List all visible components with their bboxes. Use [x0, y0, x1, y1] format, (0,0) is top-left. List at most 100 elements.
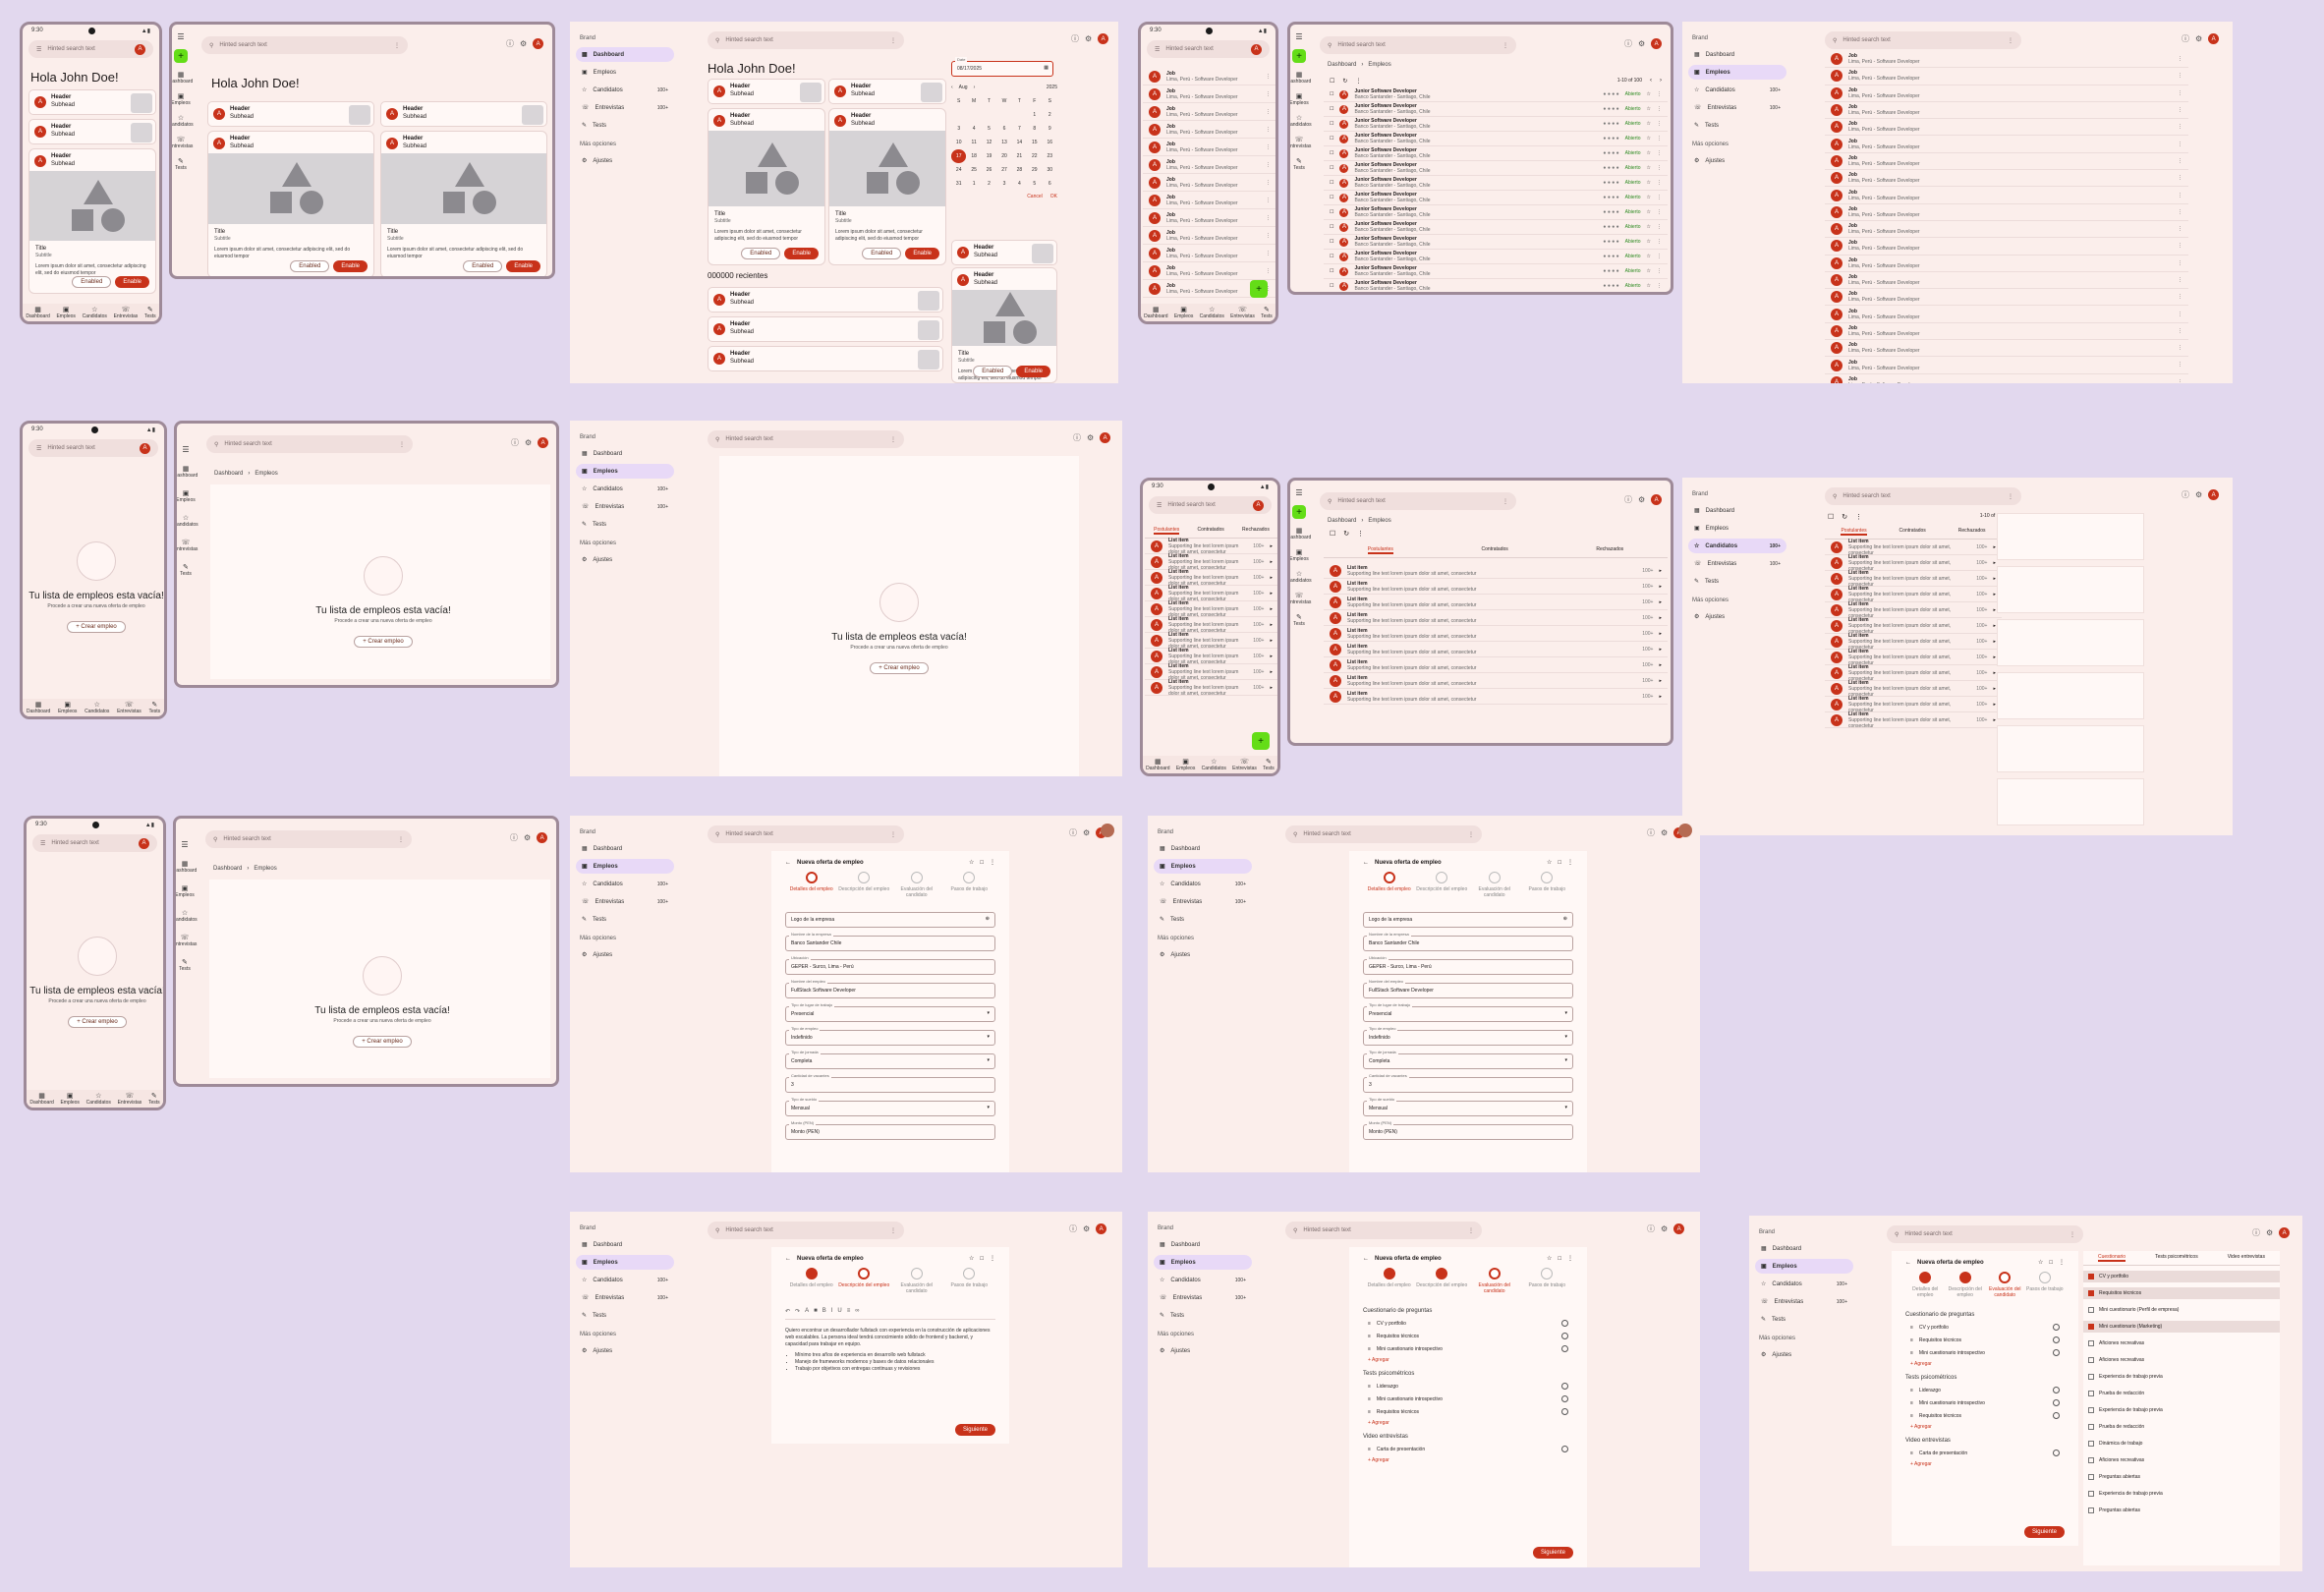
add-fab[interactable]: + — [1250, 280, 1268, 298]
eval-item[interactable]: ≡ Requisitos técnicos — [1905, 1334, 2065, 1346]
more-vert-icon[interactable]: ⋮ — [1657, 195, 1662, 200]
avatar[interactable]: A — [2208, 489, 2220, 500]
eval-item[interactable]: ≡ Liderazgo — [1905, 1384, 2065, 1396]
header-card[interactable]: A Header Subhead — [708, 346, 943, 371]
help-icon[interactable]: ⓘ — [1647, 827, 1655, 838]
drawer-item-0[interactable]: ▦ Dashboard — [1154, 1237, 1252, 1252]
table-row[interactable]: ☐AJunior Software DeveloperBanco Santand… — [1324, 264, 1668, 279]
chevron-icon[interactable]: ▸ — [1659, 615, 1662, 621]
more-vert-icon[interactable]: ⋮ — [1567, 1255, 1573, 1262]
day-cell[interactable]: 30 — [1043, 163, 1057, 177]
drawer-item-3[interactable]: ☏ Entrevistas 100+ — [1154, 894, 1252, 909]
drawer-item-ajustes[interactable]: ⚙ Ajustes — [576, 552, 674, 567]
step-1[interactable]: Descripción del empleo — [838, 1268, 891, 1294]
settings-icon[interactable]: ⚙ — [1638, 39, 1645, 48]
bottom-nav-item-0[interactable]: ▦ Dashboard — [1144, 306, 1167, 319]
more-vert-icon[interactable]: ⋮ — [2178, 312, 2182, 317]
list-item[interactable]: AJobLima, Perú - Software Developer⋮ — [1825, 153, 2188, 171]
bottom-nav-item-4[interactable]: ✎ Tests — [148, 1092, 160, 1106]
checkbox[interactable] — [2088, 1290, 2094, 1296]
chevron-icon[interactable]: ▸ — [1659, 568, 1662, 574]
step-0[interactable]: Detalles del empleo — [785, 872, 838, 898]
avatar[interactable]: A — [1253, 499, 1264, 511]
bottom-nav-item-1[interactable]: ▣ Empleos — [1176, 758, 1195, 771]
eval-item[interactable]: ≡ Requisitos técnicos — [1905, 1409, 2065, 1422]
help-icon[interactable]: ⓘ — [510, 832, 518, 843]
avatar[interactable]: A — [1673, 1223, 1685, 1234]
checkbox[interactable] — [2088, 1407, 2094, 1413]
day-cell[interactable]: 29 — [1027, 163, 1042, 177]
drag-handle-icon[interactable]: ≡ — [1910, 1350, 1913, 1356]
remove-icon[interactable] — [1561, 1395, 1568, 1402]
checkbox[interactable] — [2088, 1324, 2094, 1330]
search-bar[interactable]: ⚲ Hinted search text ⋮ — [708, 1222, 904, 1239]
day-cell[interactable]: 24 — [951, 163, 966, 177]
drawer-item-0[interactable]: ▦ Dashboard — [576, 446, 674, 461]
search-bar[interactable]: ⚲ Hinted search text ⋮ — [708, 825, 904, 843]
table-row[interactable]: ☐AJunior Software DeveloperBanco Santand… — [1324, 132, 1668, 146]
select-all-checkbox[interactable]: ☐ — [1828, 513, 1834, 521]
drag-handle-icon[interactable]: ≡ — [1910, 1413, 1913, 1419]
search-input[interactable]: Hinted search text — [1842, 37, 2002, 43]
step-3[interactable]: Pasos de trabajo — [1521, 1268, 1574, 1294]
checkbox[interactable] — [2088, 1357, 2094, 1363]
checklist-item[interactable]: Aficiones recreativas — [2083, 1337, 2280, 1349]
drawer-item-0[interactable]: ▦ Dashboard — [576, 47, 674, 62]
breadcrumb-root[interactable]: Dashboard — [1328, 62, 1356, 68]
media-card[interactable]: AHeaderSubheadTitleSubtitleLorem ipsum d… — [28, 148, 156, 294]
drawer-item-1[interactable]: ▣ Empleos — [1755, 1259, 1853, 1274]
day-cell[interactable]: 22 — [1027, 149, 1042, 163]
list-item[interactable]: AJobLima, Perú - Software Developer⋮ — [1825, 136, 2188, 153]
rail-item-3[interactable]: ☏ Entrevistas — [1290, 136, 1311, 149]
drag-handle-icon[interactable]: ≡ — [1368, 1396, 1371, 1402]
help-icon[interactable]: ⓘ — [1071, 33, 1079, 44]
color-icon[interactable]: ■ — [814, 1308, 818, 1315]
drawer-item-2[interactable]: ☆ Candidatos 100+ — [1755, 1277, 1853, 1291]
list-item[interactable]: A List item Supporting line text lorem ips… — [1324, 610, 1668, 626]
more-vert-icon[interactable]: ⋮ — [2178, 107, 2182, 113]
step-0[interactable]: Detalles del empleo — [1905, 1272, 1946, 1298]
chevron-icon[interactable]: ▸ — [1993, 560, 1996, 566]
day-cell[interactable]: 19 — [982, 149, 996, 163]
avatar[interactable]: A — [537, 832, 548, 843]
avatar[interactable]: A — [533, 38, 544, 49]
header-card[interactable]: A Header Subhead — [708, 79, 825, 104]
avatar[interactable]: A — [538, 437, 549, 448]
day-cell[interactable]: 7 — [1012, 122, 1027, 136]
list-item[interactable]: AJobLima, Perú - Software Developer⋮ — [1825, 256, 2188, 272]
header-card[interactable]: A Header Subhead — [380, 101, 547, 127]
bottom-nav-item-2[interactable]: ☆ Candidatos — [86, 1092, 111, 1106]
checkbox[interactable] — [2088, 1374, 2094, 1380]
step-0[interactable]: Detalles del empleo — [1363, 872, 1416, 898]
row-checkbox[interactable]: ☐ — [1330, 209, 1333, 215]
eval-item[interactable]: ≡ CV y portfolio — [1363, 1317, 1573, 1330]
rail-item-4[interactable]: ✎ Tests — [1293, 157, 1305, 171]
settings-icon[interactable]: ⚙ — [525, 438, 532, 447]
more-vert-icon[interactable]: ⋮ — [1468, 831, 1474, 838]
list-item[interactable]: AJobLima, Perú - Software Developer⋮ — [1825, 272, 2188, 290]
step-2[interactable]: Evaluación del candidato — [890, 1268, 943, 1294]
settings-icon[interactable]: ⚙ — [524, 833, 531, 842]
search-bar[interactable]: ⚲ Hinted search text ⋮ — [1285, 1222, 1482, 1239]
more-vert-icon[interactable]: ⋮ — [890, 436, 896, 443]
rail-item-2[interactable]: ☆ Candidatos — [176, 909, 198, 923]
bottom-nav-item-4[interactable]: ✎ Tests — [1261, 306, 1273, 319]
drag-handle-icon[interactable]: ≡ — [1910, 1450, 1913, 1456]
day-cell[interactable]: 17 — [951, 149, 967, 163]
tab-2[interactable]: Rechazados — [1596, 546, 1623, 554]
help-icon[interactable]: ⓘ — [2182, 33, 2189, 44]
rail-item-0[interactable]: ▦ Dashboard — [1290, 71, 1311, 85]
secondary-button[interactable]: Enabled — [862, 248, 902, 259]
help-icon[interactable]: ⓘ — [2182, 489, 2189, 500]
rail-item-0[interactable]: ▦ Dashboard — [176, 860, 197, 874]
create-job-button[interactable]: + Crear empleo — [67, 621, 126, 633]
list-item[interactable]: A List item Supporting line text lorem ips… — [1324, 642, 1668, 657]
more-vert-icon[interactable]: ⋮ — [394, 42, 400, 49]
more-vert-icon[interactable]: ⋮ — [2178, 294, 2182, 300]
menu-icon[interactable]: ☰ — [1295, 32, 1302, 41]
checkbox[interactable] — [2088, 1307, 2094, 1313]
chevron-icon[interactable]: ▸ — [1659, 647, 1662, 653]
help-icon[interactable]: ⓘ — [1069, 827, 1077, 838]
more-vert-icon[interactable]: ⋮ — [1266, 127, 1271, 133]
list-item[interactable]: AJobLima, Perú - Software Developer⋮ — [1825, 170, 2188, 188]
